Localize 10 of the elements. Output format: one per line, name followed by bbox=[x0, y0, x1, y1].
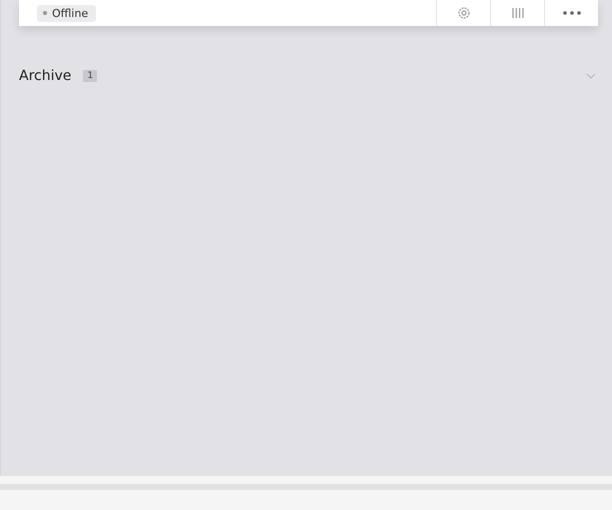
more-button[interactable] bbox=[544, 0, 598, 26]
status-badge: Offline bbox=[37, 4, 96, 22]
columns-button[interactable] bbox=[490, 0, 544, 26]
settings-button[interactable] bbox=[436, 0, 490, 26]
count-badge: 1 bbox=[83, 70, 98, 82]
chevron-icon[interactable] bbox=[586, 73, 596, 79]
more-icon bbox=[562, 11, 580, 15]
section-title: Archive bbox=[19, 68, 72, 84]
settings-icon bbox=[456, 6, 470, 20]
columns-icon bbox=[510, 7, 524, 19]
